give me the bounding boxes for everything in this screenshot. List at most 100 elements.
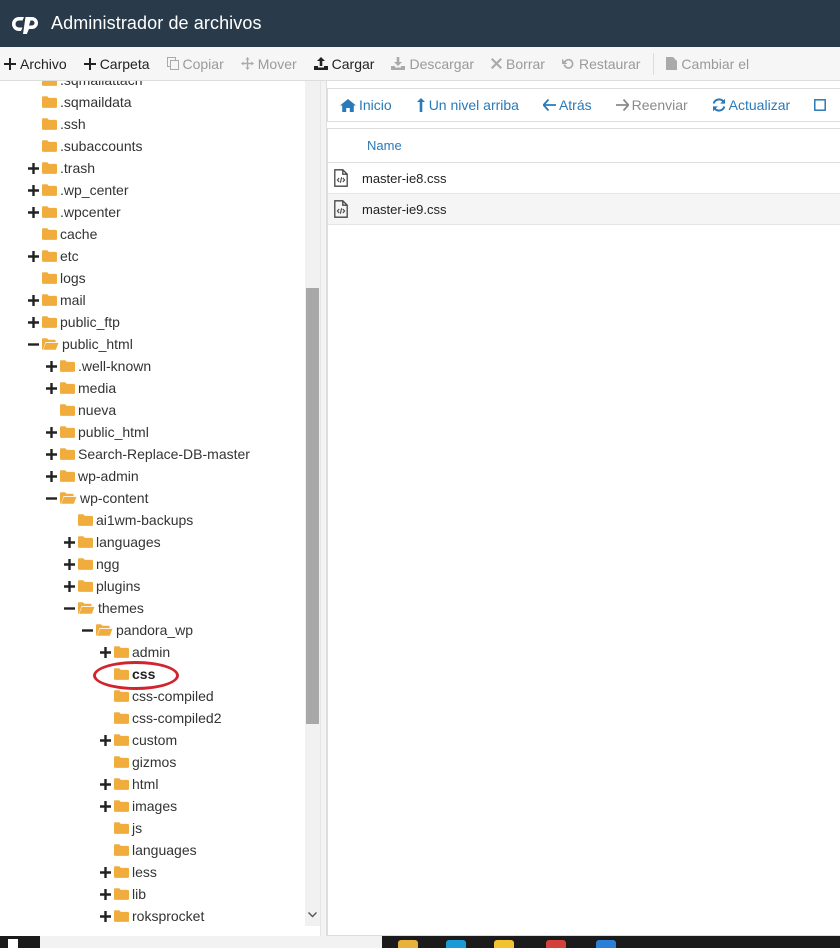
chrome-icon[interactable] <box>494 940 514 948</box>
tree-item-pandora-wp[interactable]: pandora_wp <box>82 619 193 641</box>
tree-item-dot-wp-center[interactable]: .wp_center <box>28 179 128 201</box>
tree-item-dot-well-known[interactable]: .well-known <box>46 355 151 377</box>
tree-item-html[interactable]: html <box>100 773 158 795</box>
tree-item-dot-sqmailattach[interactable]: .sqmailattach <box>28 81 142 91</box>
delete-button[interactable]: Borrar <box>487 47 558 80</box>
tree-item-languages[interactable]: languages <box>64 531 161 553</box>
tree-item-nueva[interactable]: nueva <box>46 399 116 421</box>
restore-button[interactable]: Restaurar <box>558 47 653 80</box>
pane-divider[interactable] <box>320 81 327 936</box>
tree-item-dot-subaccounts[interactable]: .subaccounts <box>28 135 143 157</box>
tree-item-css-compiled2[interactable]: css-compiled2 <box>100 707 221 729</box>
expand-toggle-icon[interactable] <box>28 206 39 218</box>
expand-toggle-icon[interactable] <box>46 448 57 460</box>
file-explorer-icon[interactable] <box>398 940 418 948</box>
tree-item-ngg[interactable]: ngg <box>64 553 119 575</box>
refresh-button[interactable]: Actualizar <box>700 97 802 113</box>
tree-item-public-html[interactable]: public_html <box>46 421 149 443</box>
windows-start-icon[interactable] <box>8 939 18 948</box>
tree-item-label: gizmos <box>132 754 177 770</box>
upload-button[interactable]: Cargar <box>310 47 388 80</box>
download-button[interactable]: Descargar <box>387 47 487 80</box>
tree-item-ai1wm-backups[interactable]: ai1wm-backups <box>64 509 193 531</box>
expand-toggle-icon[interactable] <box>28 250 39 262</box>
tree-item-label: languages <box>132 842 197 858</box>
taskbar-search-box[interactable] <box>40 936 382 948</box>
expand-toggle-icon[interactable] <box>28 184 39 196</box>
tree-item-roksprocket[interactable]: roksprocket <box>100 905 204 927</box>
expand-toggle-icon[interactable] <box>46 426 57 438</box>
tree-item-mail[interactable]: mail <box>28 289 86 311</box>
expand-toggle-icon[interactable] <box>64 536 75 548</box>
tree-item-wp-admin[interactable]: wp-admin <box>46 465 139 487</box>
change-permissions-button[interactable]: Cambiar el <box>662 47 762 80</box>
tree-item-public-html[interactable]: public_html <box>28 333 133 355</box>
expand-toggle-icon[interactable] <box>64 580 75 592</box>
folder-tree: .sqmailattach .sqmaildata .ssh .subaccounts… <box>0 81 320 936</box>
app-icon[interactable] <box>546 940 566 948</box>
collapse-toggle-icon[interactable] <box>46 493 57 504</box>
tree-item-themes[interactable]: themes <box>64 597 144 619</box>
tree-item-wp-content[interactable]: wp-content <box>46 487 148 509</box>
collapse-toggle-icon[interactable] <box>64 603 75 614</box>
new-folder-button[interactable]: Carpeta <box>80 47 163 80</box>
tree-item-admin[interactable]: admin <box>100 641 170 663</box>
tree-item-js[interactable]: js <box>100 817 142 839</box>
expand-toggle-icon[interactable] <box>46 382 57 394</box>
move-button[interactable]: Mover <box>237 47 310 80</box>
tree-item-plugins[interactable]: plugins <box>64 575 140 597</box>
tree-item-search-replace-db-master[interactable]: Search-Replace-DB-master <box>46 443 250 465</box>
forward-button[interactable]: Reenviar <box>604 97 700 113</box>
expand-toggle-icon[interactable] <box>100 734 111 746</box>
expand-toggle-icon[interactable] <box>100 866 111 878</box>
tree-item-lib[interactable]: lib <box>100 883 146 905</box>
file-list-pane: Inicio Un nivel arriba Atrás Reenviar Ac… <box>327 81 840 936</box>
tree-item-etc[interactable]: etc <box>28 245 79 267</box>
tree-item-less[interactable]: less <box>100 861 157 883</box>
table-row[interactable]: master-ie9.css <box>328 194 840 225</box>
tree-item-dot-wpcenter[interactable]: .wpcenter <box>28 201 121 223</box>
tree-item-images[interactable]: images <box>100 795 177 817</box>
expand-toggle-icon[interactable] <box>100 800 111 812</box>
new-file-button[interactable]: Archivo <box>0 47 80 80</box>
skype-icon[interactable] <box>446 940 466 948</box>
toolbar-divider <box>653 52 655 75</box>
select-all-button[interactable] <box>802 99 840 111</box>
expand-toggle-icon[interactable] <box>100 888 111 900</box>
scroll-down-arrow[interactable] <box>305 908 320 922</box>
copy-button[interactable]: Copiar <box>163 47 237 80</box>
expand-toggle-icon[interactable] <box>100 910 111 922</box>
tree-item-gizmos[interactable]: gizmos <box>100 751 176 773</box>
up-one-level-button[interactable]: Un nivel arriba <box>404 97 531 113</box>
table-row[interactable]: master-ie8.css <box>328 163 840 194</box>
expand-toggle-icon[interactable] <box>28 162 39 174</box>
file-name: master-ie8.css <box>362 170 447 186</box>
collapse-toggle-icon[interactable] <box>28 339 39 350</box>
tree-item-dot-sqmaildata[interactable]: .sqmaildata <box>28 91 132 113</box>
tree-item-dot-ssh[interactable]: .ssh <box>28 113 86 135</box>
tree-item-dot-trash[interactable]: .trash <box>28 157 95 179</box>
expand-toggle-icon[interactable] <box>46 470 57 482</box>
back-button[interactable]: Atrás <box>531 97 604 113</box>
tree-item-custom[interactable]: custom <box>100 729 177 751</box>
expand-toggle-icon[interactable] <box>100 778 111 790</box>
expand-toggle-icon[interactable] <box>100 646 111 658</box>
tree-item-cache[interactable]: cache <box>28 223 97 245</box>
folder-icon <box>114 712 129 724</box>
browser-icon[interactable] <box>596 940 616 948</box>
tree-scrollbar-thumb[interactable] <box>306 288 319 724</box>
expand-toggle-icon[interactable] <box>28 316 39 328</box>
expand-toggle-icon[interactable] <box>28 294 39 306</box>
column-header-name[interactable]: Name <box>367 138 402 153</box>
tree-item-public-ftp[interactable]: public_ftp <box>28 311 120 333</box>
tree-item-logs[interactable]: logs <box>28 267 86 289</box>
collapse-toggle-icon[interactable] <box>82 625 93 636</box>
expand-toggle-icon[interactable] <box>46 360 57 372</box>
tree-item-media[interactable]: media <box>46 377 116 399</box>
tree-item-languages[interactable]: languages <box>100 839 197 861</box>
home-button[interactable]: Inicio <box>328 97 404 113</box>
expand-toggle-icon[interactable] <box>64 558 75 570</box>
